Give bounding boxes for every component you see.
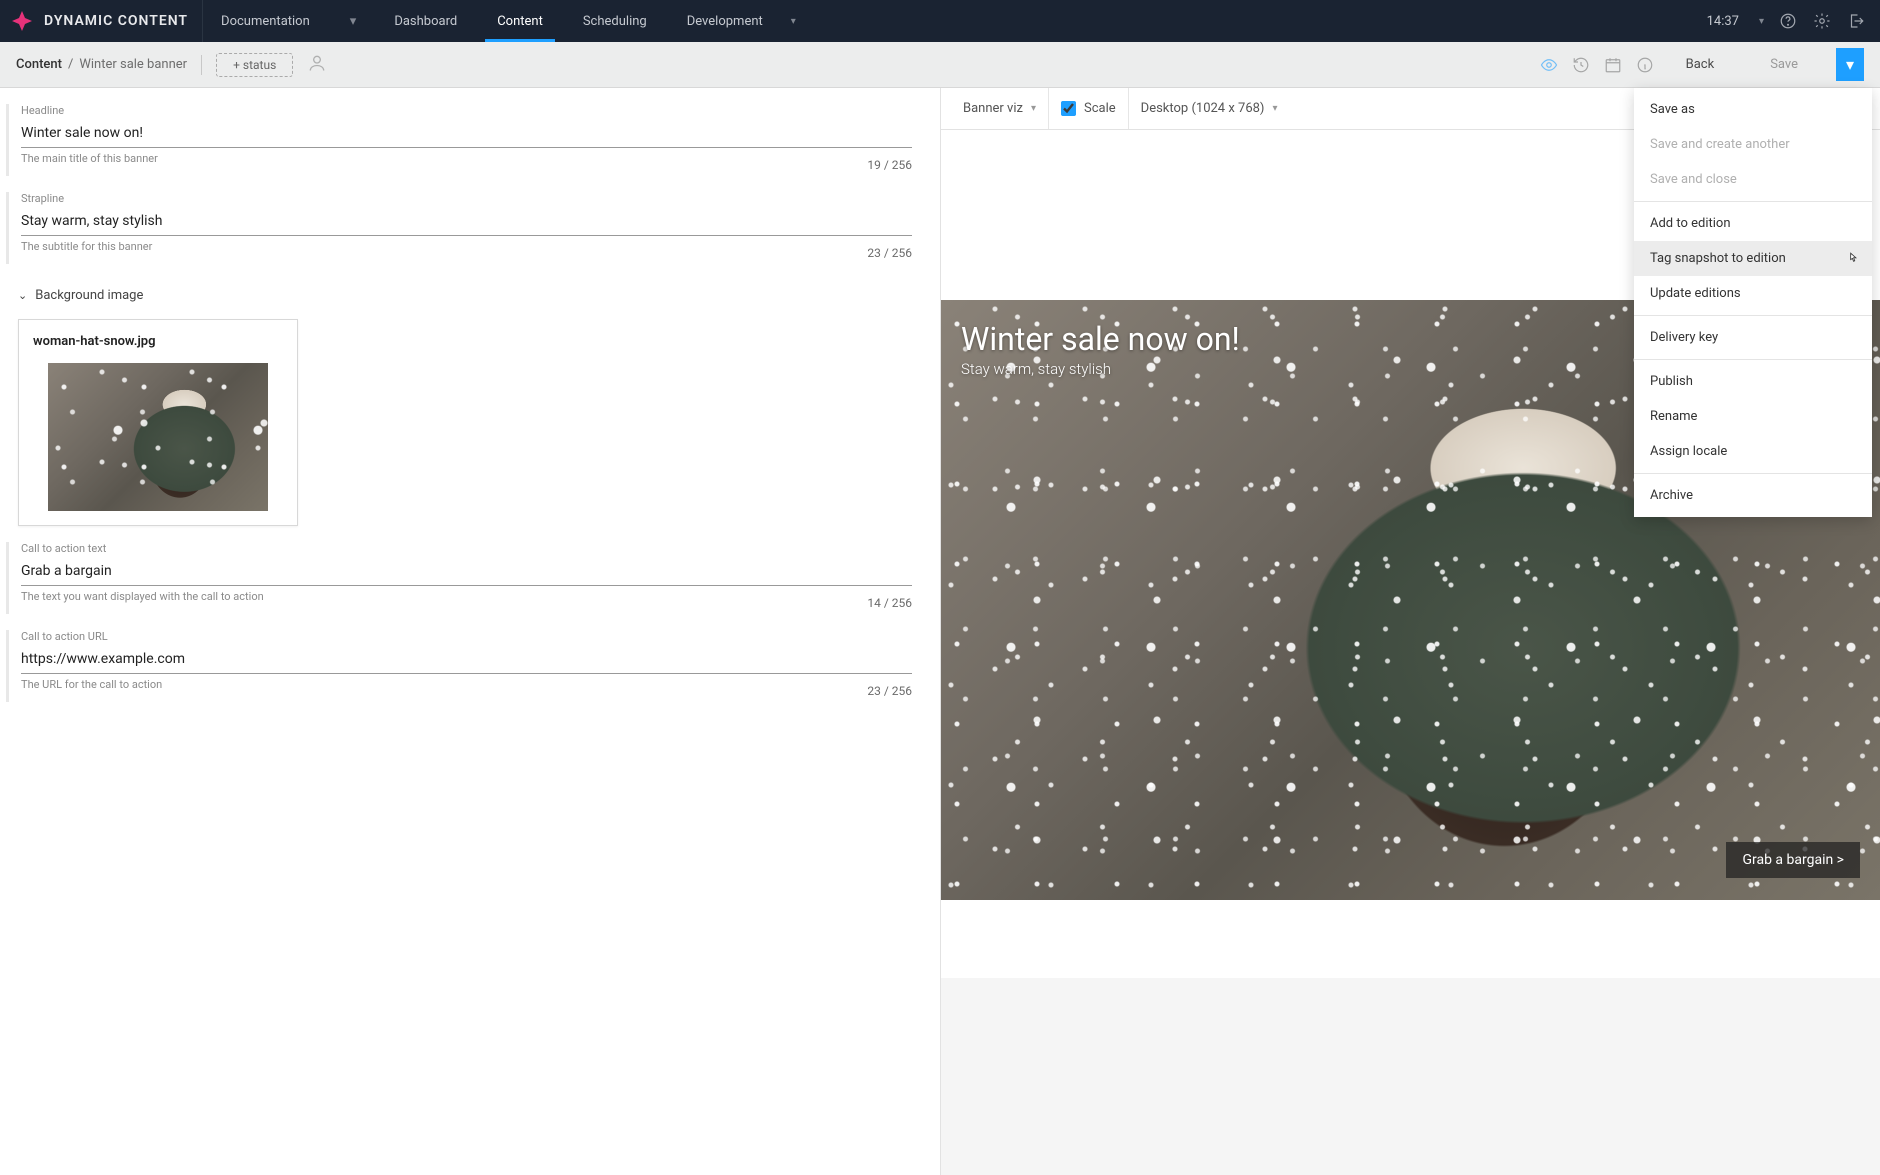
cursor-pointer-icon	[1846, 251, 1860, 271]
sub-toolbar: Content / Winter sale banner + status Ba…	[0, 42, 1880, 88]
breadcrumb-root[interactable]: Content	[16, 57, 62, 72]
menu-tag-snapshot[interactable]: Tag snapshot to edition	[1634, 241, 1872, 276]
nav-content[interactable]: Content	[477, 0, 563, 42]
top-navbar: DYNAMIC CONTENT Documentation ▾ Dashboar…	[0, 0, 1880, 42]
workspace-dropdown[interactable]: Documentation ▾	[203, 0, 374, 42]
brand-area: DYNAMIC CONTENT	[0, 0, 203, 42]
banner-subtitle: Stay warm, stay stylish	[961, 360, 1240, 378]
caret-down-icon: ▾	[1846, 55, 1854, 74]
char-count: 23 / 256	[867, 246, 912, 260]
image-thumbnail	[48, 363, 268, 511]
menu-update-editions[interactable]: Update editions	[1634, 276, 1872, 311]
caret-down-icon: ▾	[1031, 103, 1036, 114]
workspace-label: Documentation	[221, 14, 310, 29]
field-hint: The main title of this banner	[21, 152, 855, 165]
strapline-input[interactable]	[21, 209, 912, 236]
banner-text-block: Winter sale now on! Stay warm, stay styl…	[961, 320, 1240, 378]
field-hint: The subtitle for this banner	[21, 240, 855, 253]
save-dropdown-menu: Save as Save and create another Save and…	[1634, 88, 1872, 517]
field-hint: The text you want displayed with the cal…	[21, 590, 855, 603]
chevron-down-icon: ▾	[791, 16, 796, 27]
field-strapline: Strapline The subtitle for this banner 2…	[6, 192, 924, 264]
menu-save-as[interactable]: Save as	[1634, 92, 1872, 127]
brand-text: DYNAMIC CONTENT	[44, 13, 188, 29]
device-selector[interactable]: Desktop (1024 x 768) ▾	[1129, 88, 1290, 129]
field-headline: Headline The main title of this banner 1…	[6, 104, 924, 176]
nav-development[interactable]: Development ▾	[667, 0, 816, 42]
field-label: Call to action text	[21, 542, 912, 555]
back-button[interactable]: Back	[1668, 57, 1733, 72]
logout-icon[interactable]	[1846, 11, 1866, 31]
menu-publish[interactable]: Publish	[1634, 364, 1872, 399]
save-menu-button[interactable]: ▾	[1836, 48, 1864, 81]
add-status-chip[interactable]: + status	[216, 53, 293, 77]
image-filename: woman-hat-snow.jpg	[33, 334, 283, 349]
bg-image-section-header[interactable]: ⌄ Background image	[6, 280, 924, 311]
calendar-icon[interactable]	[1604, 56, 1622, 74]
clock-text: 14:37	[1707, 14, 1739, 29]
eye-icon[interactable]	[1540, 56, 1558, 74]
cta-url-input[interactable]	[21, 647, 912, 674]
field-label: Strapline	[21, 192, 912, 205]
help-icon[interactable]	[1778, 11, 1798, 31]
char-count: 23 / 256	[867, 684, 912, 698]
menu-save-and-close: Save and close	[1634, 162, 1872, 197]
cta-text-input[interactable]	[21, 559, 912, 586]
breadcrumb-leaf: Winter sale banner	[79, 57, 187, 72]
menu-archive[interactable]: Archive	[1634, 478, 1872, 513]
banner-cta-button[interactable]: Grab a bargain >	[1726, 842, 1860, 878]
char-count: 19 / 256	[867, 158, 912, 172]
chevron-down-icon[interactable]: ▾	[1759, 16, 1764, 27]
field-label: Call to action URL	[21, 630, 912, 643]
save-button: Save	[1746, 49, 1822, 80]
caret-down-icon: ▾	[1272, 103, 1277, 114]
breadcrumb: Content / Winter sale banner	[16, 57, 187, 72]
field-cta-url: Call to action URL The URL for the call …	[6, 630, 924, 702]
char-count: 14 / 256	[867, 596, 912, 610]
banner-title: Winter sale now on!	[961, 320, 1240, 358]
field-cta-text: Call to action text The text you want di…	[6, 542, 924, 614]
preview-pane: Banner viz ▾ Scale Desktop (1024 x 768) …	[940, 88, 1880, 1175]
bg-image-card[interactable]: woman-hat-snow.jpg	[18, 319, 298, 526]
viz-selector[interactable]: Banner viz ▾	[951, 88, 1049, 129]
form-pane: Headline The main title of this banner 1…	[0, 88, 940, 1175]
menu-rename[interactable]: Rename	[1634, 399, 1872, 434]
info-icon[interactable]	[1636, 56, 1654, 74]
logo-icon	[10, 9, 34, 33]
menu-assign-locale[interactable]: Assign locale	[1634, 434, 1872, 469]
nav-scheduling[interactable]: Scheduling	[563, 0, 667, 42]
field-label: Headline	[21, 104, 912, 117]
field-hint: The URL for the call to action	[21, 678, 855, 691]
topbar-right: 14:37 ▾	[1707, 11, 1880, 31]
headline-input[interactable]	[21, 121, 912, 148]
nav-dashboard[interactable]: Dashboard	[374, 0, 477, 42]
menu-add-to-edition[interactable]: Add to edition	[1634, 206, 1872, 241]
chevron-down-icon: ⌄	[18, 289, 27, 302]
menu-delivery-key[interactable]: Delivery key	[1634, 320, 1872, 355]
history-icon[interactable]	[1572, 56, 1590, 74]
menu-save-and-another: Save and create another	[1634, 127, 1872, 162]
scale-checkbox[interactable]	[1061, 101, 1076, 116]
gear-icon[interactable]	[1812, 11, 1832, 31]
chevron-down-icon: ▾	[350, 14, 357, 29]
user-icon[interactable]	[307, 53, 327, 77]
scale-toggle[interactable]: Scale	[1049, 88, 1129, 129]
